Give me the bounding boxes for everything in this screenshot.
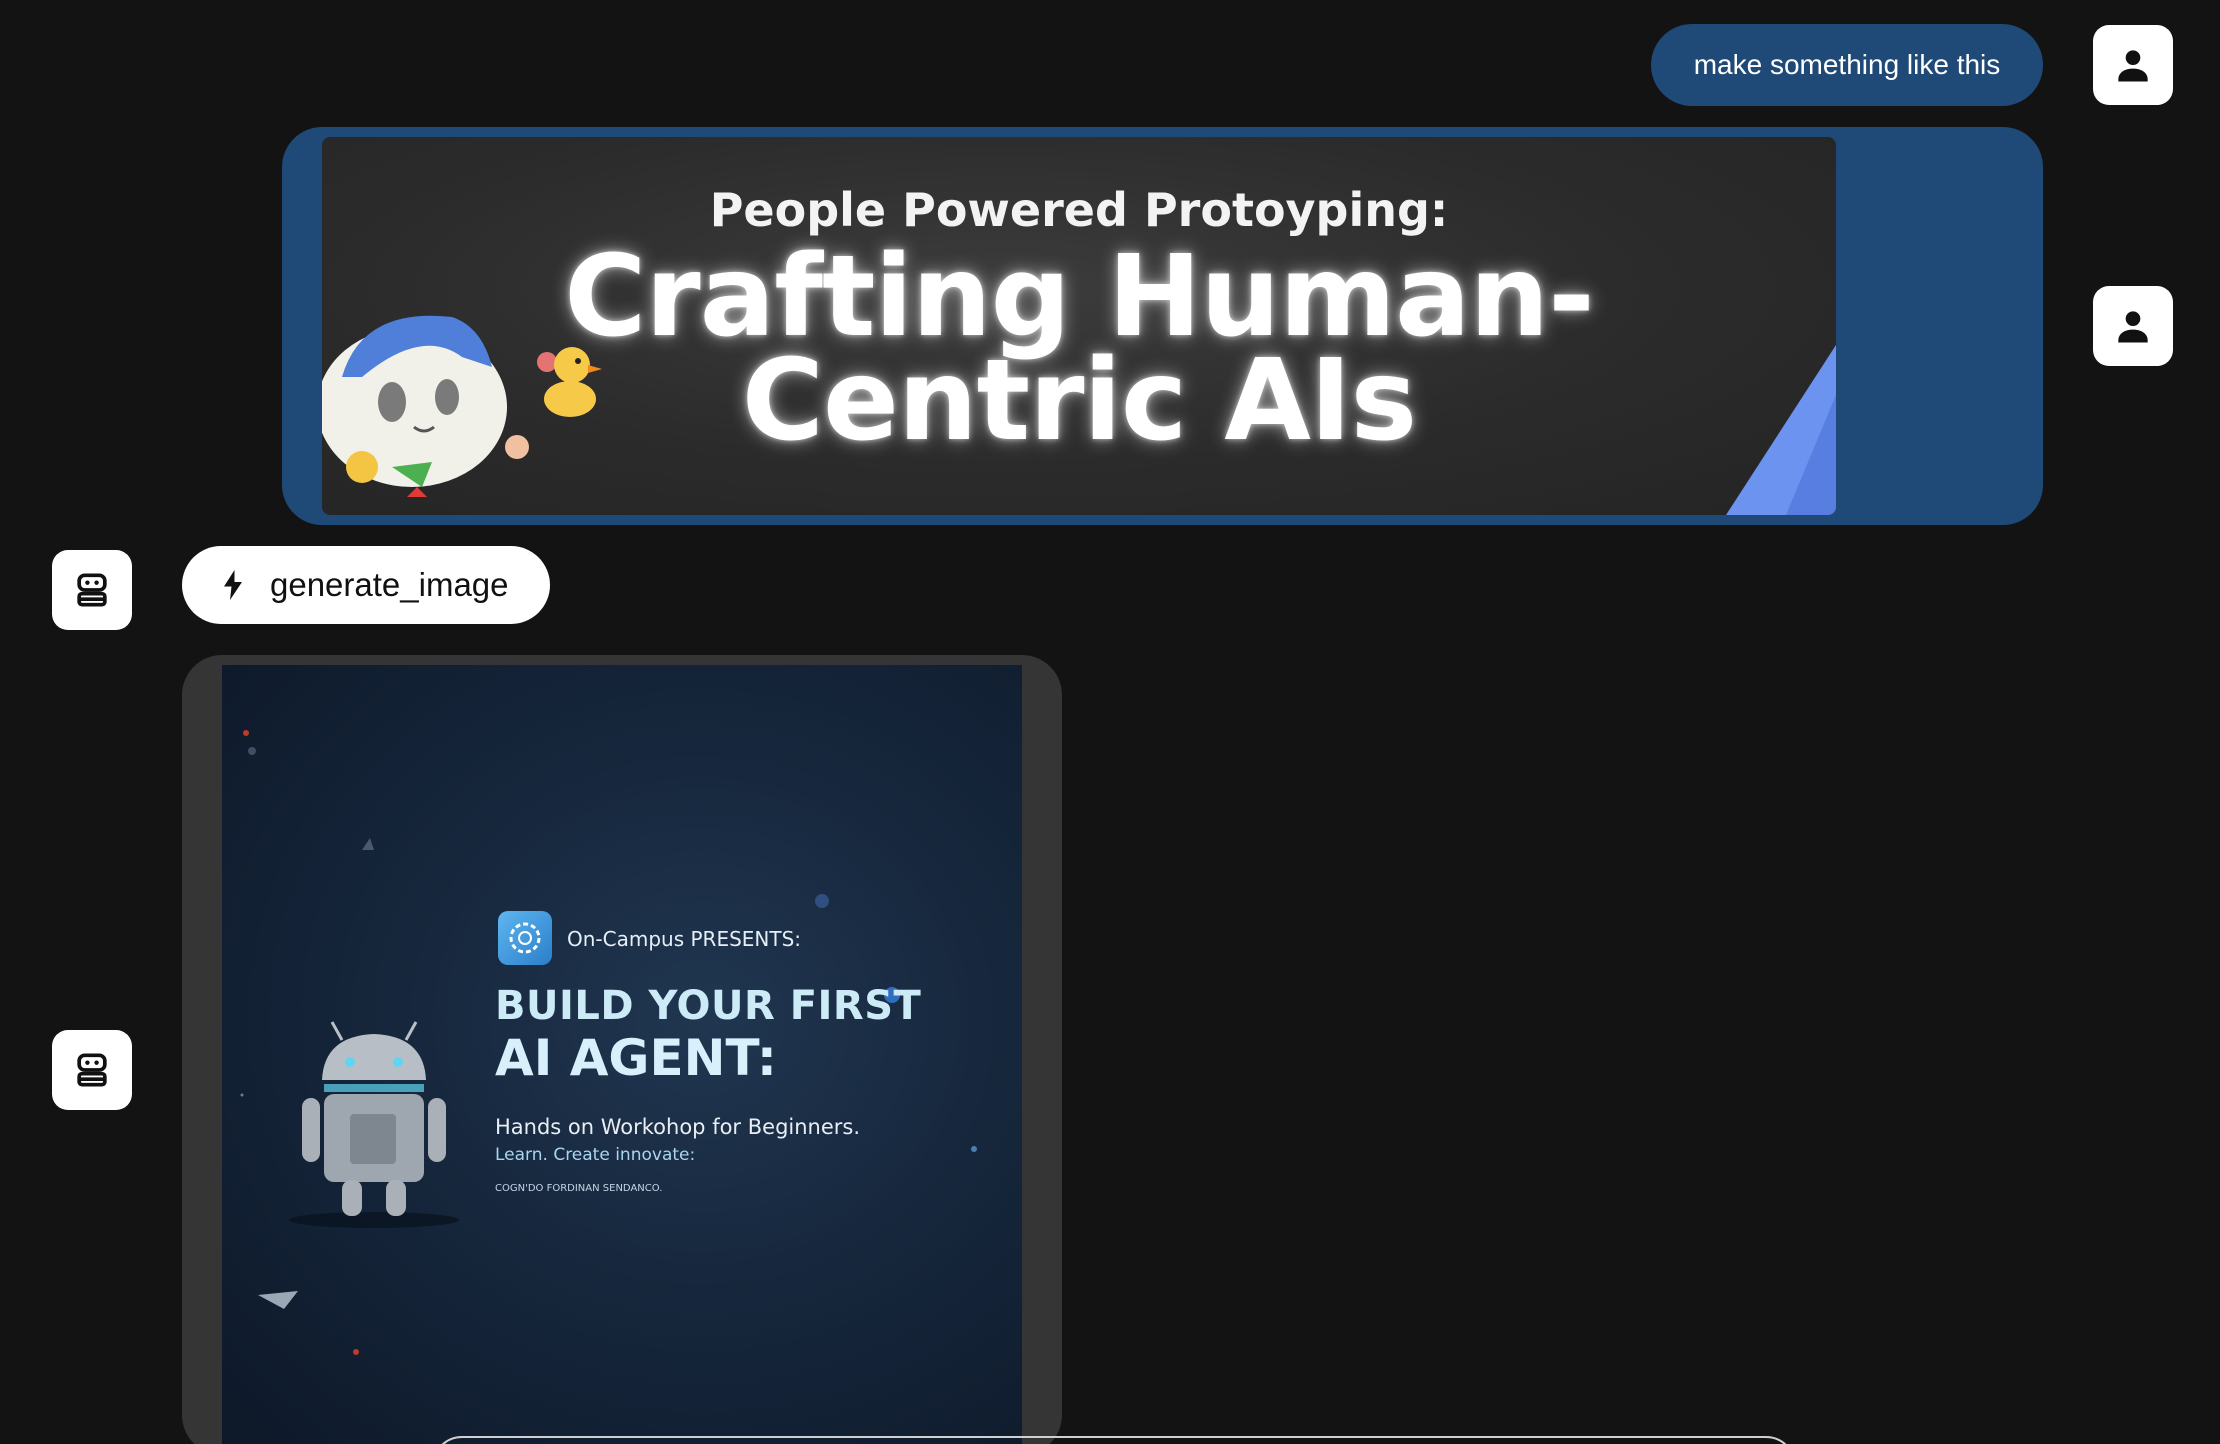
attached-banner-image[interactable]: People Powered Protoyping: Crafting Huma…: [322, 137, 1836, 515]
poster-headline-line2: AI AGENT:: [495, 1029, 777, 1087]
message-input[interactable]: [432, 1436, 1796, 1444]
poster-tagline: Learn. Create innovate:: [495, 1145, 696, 1165]
user-avatar: [2093, 286, 2173, 366]
poster-headline-line1: BUILD YOUR FIRST: [495, 983, 922, 1029]
banner-subtitle: People Powered Protoyping:: [709, 183, 1449, 237]
poster-description: Hands on Workohop for Beginners.: [495, 1115, 861, 1139]
robot-icon: [77, 1053, 107, 1087]
poster-fine-print: COGN'DO FORDINAN SENDANCO.: [495, 1183, 663, 1194]
person-icon: [2118, 311, 2148, 343]
generated-image-card: On-Campus PRESENTS: BUILD YOUR FIRST AI …: [182, 655, 1062, 1444]
tool-call-label: generate_image: [270, 566, 509, 603]
tool-call-pill[interactable]: generate_image: [182, 546, 550, 624]
banner-title-line1: Crafting Human-: [564, 232, 1595, 362]
banner-title: Crafting Human- Centric AIs: [322, 232, 1836, 466]
bolt-icon: [224, 570, 242, 600]
person-icon: [2118, 50, 2148, 82]
poster-presents: On-Campus PRESENTS:: [567, 927, 802, 951]
chat-page: make something like this People Powered …: [0, 0, 2220, 1444]
banner-title-line2: Centric AIs: [741, 336, 1417, 466]
user-message-text: make something like this: [1651, 24, 2043, 106]
assistant-avatar: [52, 550, 132, 630]
android-robot-illustration: [289, 1021, 459, 1228]
generated-poster-image[interactable]: On-Campus PRESENTS: BUILD YOUR FIRST AI …: [222, 665, 1022, 1444]
user-message-image: People Powered Protoyping: Crafting Huma…: [282, 127, 2043, 525]
assistant-avatar: [52, 1030, 132, 1110]
robot-icon: [77, 573, 107, 607]
user-avatar: [2093, 25, 2173, 105]
gear-logo-icon: [498, 911, 552, 965]
